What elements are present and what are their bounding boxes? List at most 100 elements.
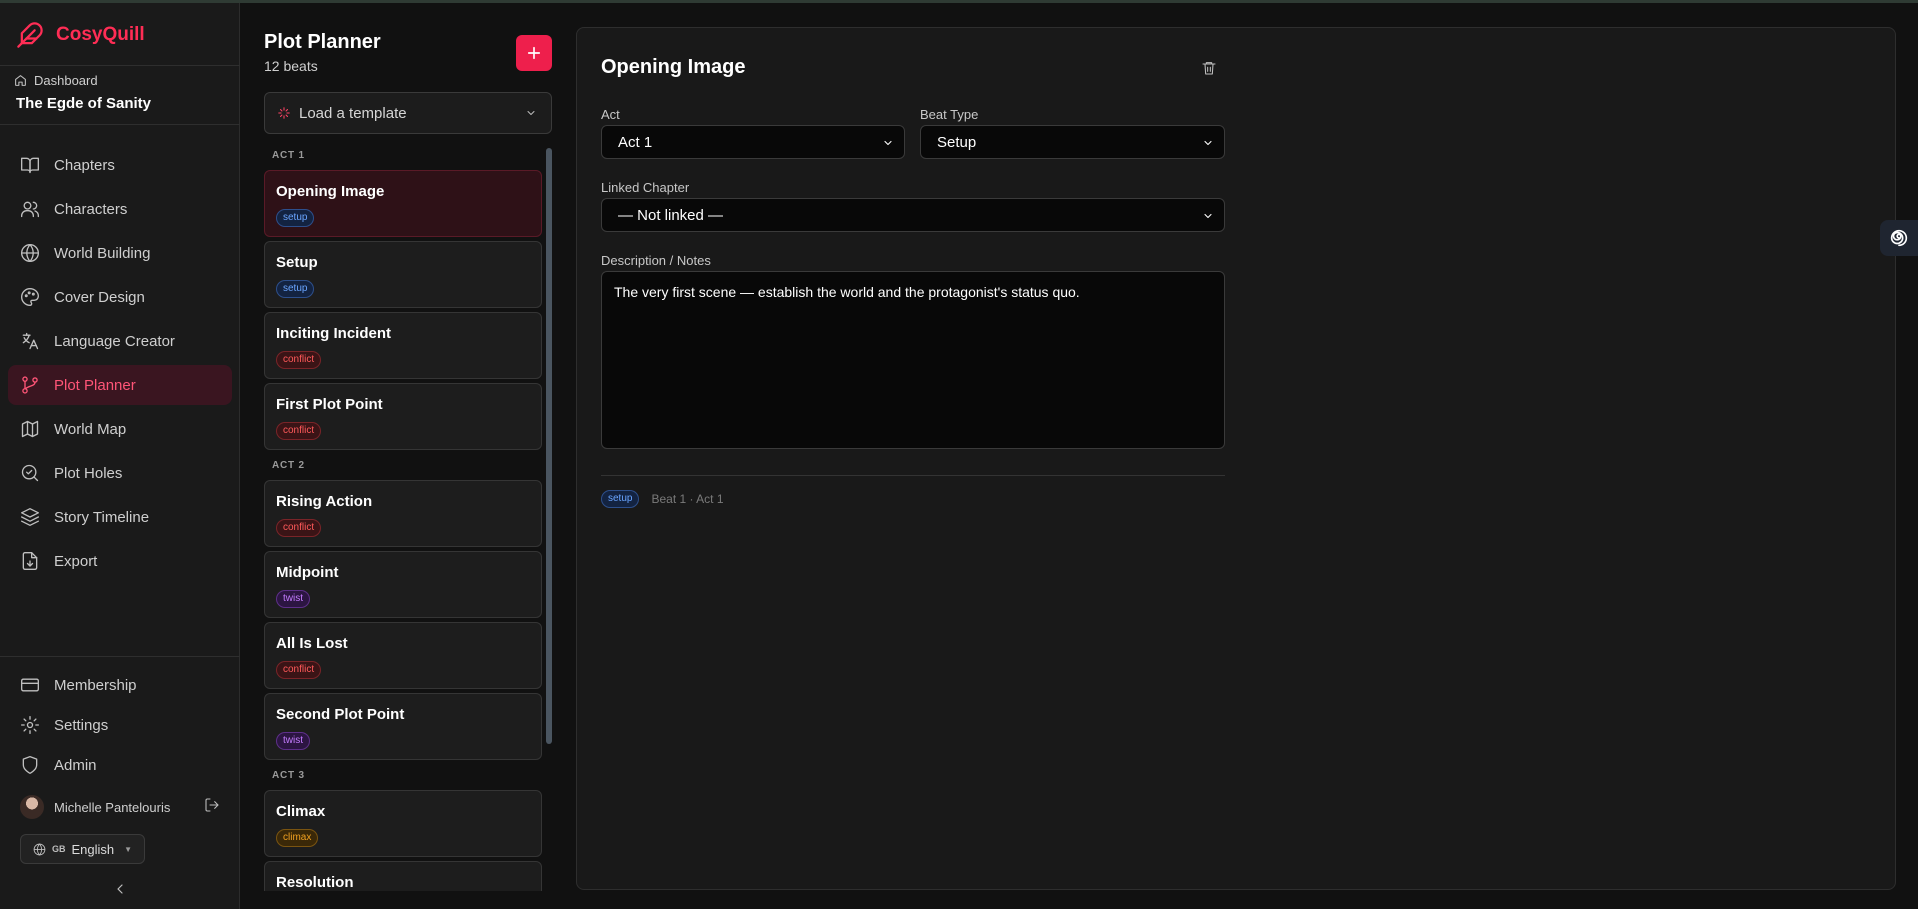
- file-export-icon: [22, 552, 38, 570]
- translate-icon: [22, 332, 39, 350]
- users-icon: [21, 201, 39, 218]
- breadcrumb-dashboard[interactable]: Dashboard: [34, 73, 98, 88]
- beat-name: Midpoint: [276, 564, 339, 581]
- sidebar-item-story-timeline[interactable]: Story Timeline: [8, 497, 232, 537]
- map-icon: [21, 420, 39, 438]
- beat-name: Opening Image: [276, 183, 385, 200]
- sidebar-item-label: Export: [54, 552, 98, 570]
- logout-button[interactable]: [204, 797, 220, 816]
- project-title: The Egde of Sanity: [16, 95, 152, 112]
- sidebar-item-export[interactable]: Export: [8, 541, 232, 581]
- linked-chapter-select-value: — Not linked —: [618, 206, 724, 224]
- beat-list-scrollbar[interactable]: [546, 148, 552, 744]
- language-selector[interactable]: GB English ▼: [20, 834, 146, 864]
- delete-beat-button[interactable]: [1201, 60, 1217, 81]
- beat-type-select[interactable]: Setup: [920, 125, 1225, 159]
- sidebar-item-settings[interactable]: Settings: [8, 705, 232, 745]
- sidebar-item-label: Admin: [54, 756, 97, 774]
- beat-card-setup[interactable]: Setup setup: [264, 241, 542, 308]
- beat-card-rising-action[interactable]: Rising Action conflict: [264, 480, 542, 547]
- template-placeholder: Load a template: [299, 104, 407, 122]
- divider: [0, 124, 240, 125]
- layers-icon: [21, 508, 39, 526]
- caret-down-icon: ▼: [124, 844, 133, 854]
- beat-name: Resolution: [276, 874, 354, 891]
- book-open-icon: [21, 157, 39, 174]
- main-nav: Chapters Characters World Building Cover…: [8, 145, 232, 585]
- beat-detail-panel: Opening Image Act Act 1 Beat Type Setup …: [576, 27, 1896, 890]
- sidebar-item-label: Cover Design: [54, 288, 145, 306]
- chevron-down-icon: [884, 140, 892, 146]
- beat-list: ACT 1 Opening Image setup Setup setup In…: [264, 146, 542, 891]
- beat-card-climax[interactable]: Climax climax: [264, 790, 542, 857]
- beat-type-badge: twist: [276, 590, 310, 608]
- beat-card-all-is-lost[interactable]: All Is Lost conflict: [264, 622, 542, 689]
- sidebar-item-world-building[interactable]: World Building: [8, 233, 232, 273]
- divider: [0, 65, 240, 66]
- sidebar-item-label: World Map: [54, 420, 127, 438]
- page-title: Plot Planner: [264, 31, 381, 53]
- description-textarea[interactable]: The very first scene — establish the wor…: [601, 271, 1225, 449]
- sidebar-item-language-creator[interactable]: Language Creator: [8, 321, 232, 361]
- beat-type-badge: twist: [276, 732, 310, 750]
- beat-name: Inciting Incident: [276, 325, 391, 342]
- plus-icon: [527, 46, 541, 60]
- act-heading: ACT 1: [272, 150, 305, 161]
- git-branch-icon: [22, 376, 38, 394]
- beat-type-badge: setup: [276, 280, 315, 298]
- sidebar-item-plot-planner[interactable]: Plot Planner: [8, 365, 232, 405]
- floating-assistant-button[interactable]: [1880, 220, 1918, 256]
- chevron-down-icon: [1204, 140, 1212, 146]
- beat-type-badge: conflict: [276, 519, 322, 537]
- sidebar-item-admin[interactable]: Admin: [8, 745, 232, 785]
- act-select[interactable]: Act 1: [601, 125, 905, 159]
- add-beat-button[interactable]: [516, 35, 552, 71]
- divider: [601, 475, 1225, 476]
- chevron-left-icon: [117, 884, 123, 894]
- beat-position: Beat 1 · Act 1: [651, 492, 724, 506]
- beat-card-resolution[interactable]: Resolution: [264, 861, 542, 891]
- sidebar-item-label: Characters: [54, 200, 128, 218]
- sidebar-item-label: Membership: [54, 676, 137, 694]
- load-template-dropdown[interactable]: Load a template: [264, 92, 552, 134]
- beat-card-first-plot-point[interactable]: First Plot Point conflict: [264, 383, 542, 450]
- sidebar-item-plot-holes[interactable]: Plot Holes: [8, 453, 232, 493]
- breadcrumb[interactable]: Dashboard: [14, 73, 98, 88]
- collapse-sidebar-button[interactable]: [112, 881, 128, 902]
- description-label: Description / Notes: [601, 253, 711, 268]
- brand-logo[interactable]: CosyQuill: [16, 21, 145, 49]
- sidebar-item-chapters[interactable]: Chapters: [8, 145, 232, 185]
- act-label: Act: [601, 107, 620, 122]
- language-label: English: [71, 841, 115, 857]
- beat-name: First Plot Point: [276, 396, 383, 413]
- credit-card-icon: [21, 678, 39, 692]
- search-check-icon: [21, 464, 39, 482]
- beat-card-opening-image[interactable]: Opening Image setup: [264, 170, 542, 237]
- beat-name: Second Plot Point: [276, 706, 405, 723]
- avatar[interactable]: [20, 795, 44, 819]
- gear-icon: [21, 716, 39, 734]
- home-icon: [15, 75, 26, 86]
- chevron-down-icon: [1204, 213, 1212, 219]
- sidebar-item-world-map[interactable]: World Map: [8, 409, 232, 449]
- divider: [0, 656, 240, 657]
- shield-icon: [22, 756, 38, 774]
- beat-type-badge: climax: [276, 829, 319, 847]
- beat-type-badge: setup: [601, 490, 640, 508]
- act-select-value: Act 1: [618, 133, 653, 151]
- beat-type-badge: conflict: [276, 422, 322, 440]
- linked-chapter-select[interactable]: — Not linked —: [601, 198, 1225, 232]
- beat-title: Opening Image: [601, 56, 746, 78]
- sidebar-item-characters[interactable]: Characters: [8, 189, 232, 229]
- sidebar: CosyQuill Dashboard The Egde of Sanity C…: [0, 3, 240, 909]
- feather-icon: [17, 22, 43, 48]
- beat-card-midpoint[interactable]: Midpoint twist: [264, 551, 542, 618]
- beat-card-inciting-incident[interactable]: Inciting Incident conflict: [264, 312, 542, 379]
- secondary-nav: Membership Settings Admin: [8, 665, 232, 785]
- sidebar-item-membership[interactable]: Membership: [8, 665, 232, 705]
- flag-code: GB: [52, 844, 66, 854]
- beat-type-label: Beat Type: [920, 107, 979, 122]
- sidebar-item-label: Plot Planner: [54, 376, 136, 394]
- beat-card-second-plot-point[interactable]: Second Plot Point twist: [264, 693, 542, 760]
- sidebar-item-cover-design[interactable]: Cover Design: [8, 277, 232, 317]
